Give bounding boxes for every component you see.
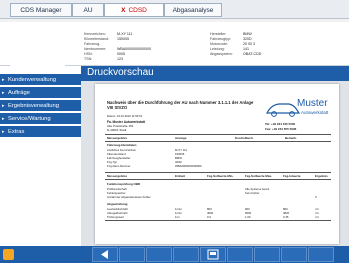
app-window: CDS Manager AU X CDSD Abgasanalyse Kennze…: [0, 0, 349, 263]
toolbar-button[interactable]: [308, 247, 334, 262]
tab-abgasanalyse[interactable]: Abgasanalyse: [164, 3, 222, 17]
col-header: Kontrolltech.: [235, 136, 254, 140]
table-cell: 1/m: [175, 215, 180, 219]
tab-cds-manager[interactable]: CDS Manager: [10, 3, 72, 17]
sidebar-item-ergebnisverwaltung[interactable]: ▸ Ergebnisverwaltung: [0, 100, 81, 112]
divider: [105, 179, 331, 180]
divider: [105, 134, 331, 135]
toolbar-button[interactable]: [254, 247, 280, 262]
muster-logo: Muster Autowerkstatt: [263, 96, 335, 122]
table-cell: 0: [315, 195, 317, 199]
col-header: Fzg-Istwerte: [283, 174, 301, 178]
table-cell: i.O.: [315, 215, 320, 219]
divider: [105, 220, 331, 221]
close-icon[interactable]: X: [121, 7, 125, 14]
section-title: Fahrzeug-Identdaten: [107, 143, 137, 147]
col-header: Messergebnis: [107, 136, 128, 140]
table-row: Trübungswert: [107, 215, 124, 219]
toolbar-button[interactable]: [281, 247, 307, 262]
doc-company-city: D-40001 Stadt: [107, 128, 127, 132]
col-header: Anzeige: [175, 136, 187, 140]
doc-phone: Tel: +49 234 345 5000: [265, 122, 296, 126]
sidebar-item-kundenverwaltung[interactable]: ▸ Kundenverwaltung: [0, 74, 81, 86]
tab-au[interactable]: AU: [72, 3, 104, 17]
table-row: Anzahl der abgasrelevanten Fehler: [107, 195, 151, 199]
sidebar-item-service-wartung[interactable]: ▸ Service/Wartung: [0, 113, 81, 125]
sidebar: ▸ Kundenverwaltung ▸ Aufträge ▸ Ergebnisver…: [0, 66, 81, 246]
table-cell: 1.60: [245, 215, 251, 219]
col-header: Einheit: [175, 174, 186, 178]
vehicle-info-left: Kennzeichen: M-XY 111 Kilometerstand: 1500…: [84, 32, 152, 61]
table-cell: Kein Fehler: [245, 191, 260, 195]
table-cell: WBA0000000000000: [175, 164, 202, 168]
tab-cdsd-label: CDSD: [128, 7, 147, 14]
col-header: Fzg-Sollwerte Min.: [207, 174, 234, 178]
printer-icon: [207, 249, 219, 260]
chevron-right-icon: ▸: [2, 129, 5, 135]
print-preview-document[interactable]: Nachweis über die Durchführung der AU na…: [95, 84, 339, 244]
bottom-toolbar: [0, 246, 349, 263]
toolbar-button[interactable]: [119, 247, 145, 262]
toolbar-button[interactable]: [173, 247, 199, 262]
sidebar-item-extras[interactable]: ▸ Extras: [0, 126, 81, 138]
col-header: Fzg-Sollwerte Max.: [245, 174, 273, 178]
doc-heading: Nachweis über die Durchführung der AU na…: [107, 100, 254, 110]
doc-date: Datum: 04.10.2019 11:53:51: [107, 114, 143, 118]
chevron-right-icon: ▸: [2, 90, 5, 96]
vehicle-info-right: Hersteller: BMW Fahrzeugtyp: 320D Motorcod…: [210, 32, 262, 56]
toolbar-button[interactable]: [146, 247, 172, 262]
chevron-right-icon: ▸: [2, 116, 5, 122]
tab-bar: CDS Manager AU X CDSD Abgasanalyse: [0, 0, 349, 19]
vehicle-info-panel: Kennzeichen: M-XY 111 Kilometerstand: 1500…: [0, 22, 349, 82]
chevron-right-icon: ▸: [2, 103, 5, 109]
col-header: Messergebnis: [107, 174, 128, 178]
table-cell: 0.35: [283, 215, 289, 219]
table-row: Fzg-Ident-Nummer: [107, 164, 131, 168]
toolbar-button[interactable]: [227, 247, 253, 262]
print-preview-header: Druckvorschau: [81, 66, 349, 81]
warning-icon[interactable]: [3, 249, 14, 260]
print-button[interactable]: [200, 247, 226, 262]
back-button[interactable]: [92, 247, 118, 262]
chevron-right-icon: ▸: [2, 77, 5, 83]
logo-text: Muster: [297, 98, 328, 109]
section-title: Abgastrübung: [107, 202, 128, 206]
table-cell: 0.0: [207, 215, 211, 219]
col-header: Ergebnis: [315, 174, 328, 178]
tab-cdsd[interactable]: X CDSD: [104, 3, 164, 17]
main-panel: Druckvorschau Nachweis über die Durchfüh…: [81, 66, 349, 246]
doc-fax: Fax: +49 234 555 5996: [265, 127, 297, 131]
col-header: Bemerk.: [285, 136, 297, 140]
divider: [105, 172, 331, 173]
sidebar-item-auftraege[interactable]: ▸ Aufträge: [0, 87, 81, 99]
section-title: Funktionsprüfung OBD: [107, 182, 141, 186]
page-title: Druckvorschau: [87, 67, 154, 78]
divider: [105, 141, 331, 142]
logo-subtext: Autowerkstatt: [301, 110, 329, 115]
